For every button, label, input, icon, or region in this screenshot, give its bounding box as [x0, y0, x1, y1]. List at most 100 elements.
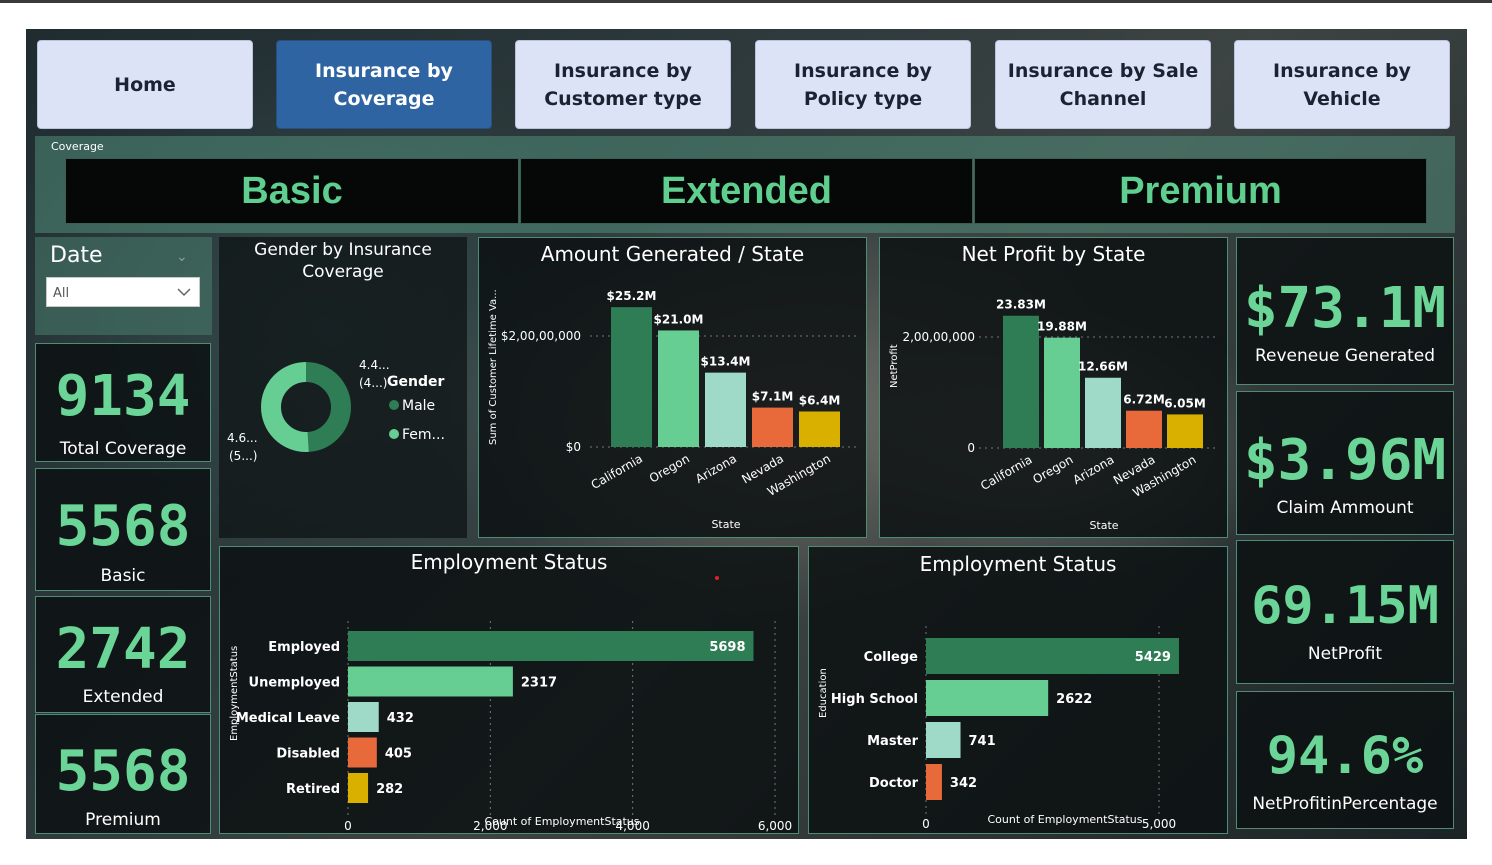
x-axis-title: Count of EmploymentStatus	[987, 813, 1142, 826]
legend-swatch-female	[389, 429, 399, 439]
red-dot-marker	[715, 576, 719, 580]
donut-label-male-share: (4...)	[359, 376, 387, 390]
bar-medical-leave[interactable]	[348, 702, 379, 732]
kpi-value: 5568	[55, 494, 191, 559]
donut-label-female-value: 4.6...	[227, 431, 258, 445]
x-tick-label: Oregon	[1030, 452, 1075, 486]
y-tick-label: Medical Leave	[236, 711, 340, 726]
bar-value-label: 23.83M	[996, 298, 1046, 312]
bar-value-label: 5698	[709, 640, 745, 655]
bar-value-label: 282	[376, 782, 403, 797]
x-tick-label: Arizona	[693, 451, 739, 486]
nav-sale-channel-button[interactable]: Insurance by Sale Channel	[995, 40, 1211, 129]
bar-high-school[interactable]	[926, 680, 1049, 716]
y-tick-label: Retired	[286, 782, 340, 797]
legend-label-male[interactable]: Male	[402, 398, 435, 414]
bar-oregon[interactable]	[1044, 337, 1080, 448]
bar-value-label: 741	[969, 734, 996, 749]
bar-value-label: $21.0M	[654, 312, 704, 326]
coverage-option-basic[interactable]: Basic	[65, 158, 519, 224]
x-tick-label: California	[589, 451, 645, 492]
y-tick-label: $0	[566, 440, 581, 454]
bar-value-label: 342	[950, 776, 977, 791]
y-tick-label: High School	[831, 692, 918, 707]
legend-swatch-male	[389, 400, 399, 410]
bar-disabled[interactable]	[348, 737, 377, 768]
date-filter-label: Date	[50, 243, 103, 268]
bar-value-label: $13.4M	[701, 355, 751, 369]
donut-label-female-share: (5...)	[229, 449, 257, 463]
bar-value-label: $25.2M	[607, 289, 657, 303]
x-axis-title: Count of EmploymentStatus	[484, 815, 639, 828]
gender-legend-title: Gender	[387, 374, 444, 390]
bar-nevada[interactable]	[752, 407, 793, 447]
kpi-claim-amount: $3.96M Claim Ammount	[1236, 391, 1454, 535]
kpi-value: $73.1M	[1243, 276, 1447, 341]
kpi-value: 2742	[55, 617, 191, 682]
x-tick-label: 6,000	[758, 819, 792, 833]
kpi-label: NetProfit	[1307, 644, 1383, 664]
bar-value-label: 5429	[1135, 650, 1171, 665]
bar-employed[interactable]	[348, 631, 754, 661]
x-axis-title: State	[1089, 519, 1118, 532]
x-tick-label: Oregon	[647, 451, 692, 485]
x-tick-label: 0	[344, 819, 352, 833]
date-filter: Date ⌄ All	[35, 237, 212, 335]
profit-by-state-chart: 2,00,00,000 0 NetProfit State 23.83M Cali…	[889, 298, 1219, 532]
kpi-value: 69.15M	[1251, 576, 1439, 636]
bar-unemployed[interactable]	[348, 666, 513, 697]
nav-customer-type-button[interactable]: Insurance by Customer type	[515, 40, 731, 129]
bar-value-label: 19.88M	[1037, 320, 1087, 334]
bar-nevada[interactable]	[1126, 410, 1162, 448]
kpi-label: Reveneue Generated	[1254, 346, 1436, 366]
y-tick-label: 2,00,00,000	[902, 330, 975, 344]
y-tick-label: Unemployed	[249, 676, 340, 691]
y-tick-label: Master	[867, 734, 918, 749]
nav-home-button[interactable]: Home	[37, 40, 253, 129]
kpi-revenue: $73.1M Reveneue Generated	[1236, 237, 1454, 385]
coverage-option-premium[interactable]: Premium	[974, 158, 1427, 224]
bar-value-label: 432	[387, 711, 414, 726]
education-card: Employment Status 0 5,000 Education Count…	[808, 546, 1228, 834]
legend-label-female[interactable]: Fem...	[402, 427, 445, 443]
date-dropdown-value: All	[53, 286, 70, 301]
bar-oregon[interactable]	[658, 330, 699, 447]
kpi-basic: 5568 Basic	[35, 468, 211, 591]
chevron-down-icon[interactable]: ⌄	[176, 249, 188, 265]
bar-master[interactable]	[926, 722, 961, 758]
bar-arizona[interactable]	[705, 372, 746, 447]
amount-by-state-chart: $2,00,00,000 $0 Sum of Customer Lifetime…	[488, 289, 858, 531]
bar-doctor[interactable]	[926, 764, 942, 800]
kpi-label: NetProfitinPercentage	[1252, 794, 1438, 814]
employment-status-card: Employment Status 0 2,000 4,000 6,000 Emplo…	[219, 546, 799, 834]
bar-california[interactable]	[1003, 315, 1039, 448]
bar-washington[interactable]	[1167, 414, 1203, 448]
chevron-down-icon	[177, 288, 191, 297]
education-chart: 0 5,000 Education Count of EmploymentStat…	[818, 626, 1179, 831]
nav-coverage-button[interactable]: Insurance by Coverage	[276, 40, 492, 129]
bar-california[interactable]	[611, 307, 652, 447]
kpi-value: 94.6%	[1266, 726, 1424, 786]
kpi-label: Claim Ammount	[1276, 498, 1414, 518]
x-tick-label: California	[978, 452, 1034, 493]
kpi-value: 5568	[55, 739, 191, 804]
profit-by-state-card: Net Profit by State 2,00,00,000 0 NetPro…	[879, 237, 1228, 538]
bar-retired[interactable]	[348, 773, 369, 803]
kpi-value: 9134	[55, 364, 191, 429]
coverage-option-extended[interactable]: Extended	[520, 158, 973, 224]
gender-donut-chart: 4.4... (4...) 4.6... (5...) Gender Male …	[227, 358, 445, 463]
nav-policy-type-button[interactable]: Insurance by Policy type	[755, 40, 971, 129]
date-dropdown[interactable]: All	[46, 277, 200, 307]
bar-value-label: 2317	[521, 676, 557, 691]
x-axis-title: State	[711, 518, 740, 531]
kpi-premium: 5568 Premium	[35, 714, 211, 834]
window-top-border	[0, 0, 1492, 3]
bar-value-label: 6.72M	[1123, 393, 1165, 407]
y-axis-title: NetProfit	[889, 344, 900, 388]
bar-arizona[interactable]	[1085, 377, 1121, 448]
y-tick-label: Doctor	[869, 776, 919, 791]
bar-washington[interactable]	[799, 411, 840, 447]
coverage-slicer: Coverage Basic Extended Premium	[35, 136, 1455, 233]
kpi-label: Premium	[85, 810, 161, 830]
nav-vehicle-button[interactable]: Insurance by Vehicle	[1234, 40, 1450, 129]
